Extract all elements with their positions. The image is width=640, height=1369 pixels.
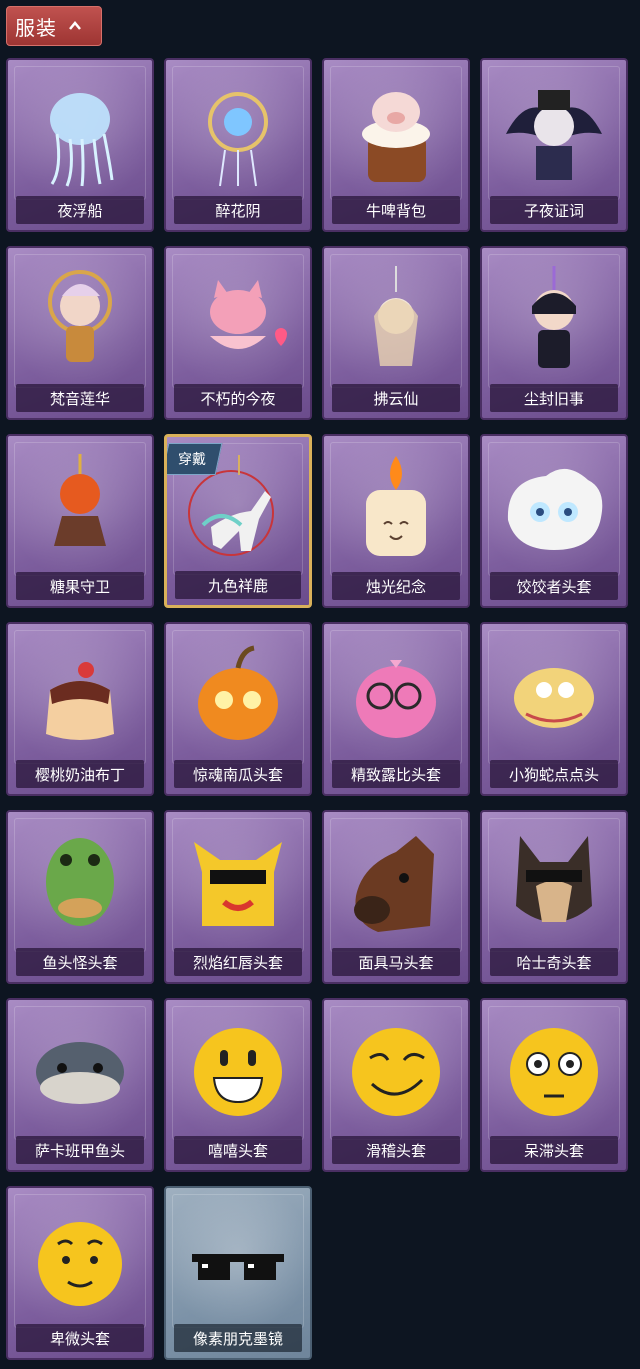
item-name: 子夜证词 bbox=[490, 196, 618, 224]
item-name: 樱桃奶油布丁 bbox=[16, 760, 144, 788]
item-card[interactable]: 夜浮船 bbox=[6, 58, 154, 232]
item-card[interactable]: 哈士奇头套 bbox=[480, 810, 628, 984]
item-card[interactable]: 像素朋克墨镜 bbox=[164, 1186, 312, 1360]
item-card[interactable]: 糖果守卫 bbox=[6, 434, 154, 608]
item-card[interactable]: 烈焰红唇头套 bbox=[164, 810, 312, 984]
item-name: 醉花阴 bbox=[174, 196, 302, 224]
item-name: 卑微头套 bbox=[16, 1324, 144, 1352]
pumpkin-icon bbox=[198, 645, 278, 740]
snake-icon bbox=[514, 668, 594, 728]
item-card[interactable]: 滑稽头套 bbox=[322, 998, 470, 1172]
pumpkin-scarecrow-icon bbox=[54, 454, 106, 546]
item-name: 烈焰红唇头套 bbox=[174, 948, 302, 976]
item-card[interactable]: 樱桃奶油布丁 bbox=[6, 622, 154, 796]
horse-head-icon bbox=[354, 836, 434, 932]
item-name: 精致露比头套 bbox=[332, 760, 460, 788]
item-card[interactable]: 卑微头套 bbox=[6, 1186, 154, 1360]
pink-cat-icon bbox=[210, 280, 287, 349]
item-card[interactable]: 面具马头套 bbox=[322, 810, 470, 984]
item-card[interactable]: 鱼头怪头套 bbox=[6, 810, 154, 984]
candle-icon bbox=[366, 456, 426, 556]
chevron-up-icon bbox=[69, 21, 81, 30]
crow-doll-icon bbox=[506, 90, 602, 180]
item-card-selected[interactable]: 穿戴 九色祥鹿 bbox=[164, 434, 312, 608]
pixel-sunglasses-icon bbox=[192, 1254, 284, 1280]
item-name: 小狗蛇点点头 bbox=[490, 760, 618, 788]
beer-barrel-pig-icon bbox=[362, 92, 430, 182]
item-name: 面具马头套 bbox=[332, 948, 460, 976]
item-card[interactable]: 拂云仙 bbox=[322, 246, 470, 420]
item-card[interactable]: 烛光纪念 bbox=[322, 434, 470, 608]
item-name: 哈士奇头套 bbox=[490, 948, 618, 976]
item-name: 夜浮船 bbox=[16, 196, 144, 224]
item-card[interactable]: 醉花阴 bbox=[164, 58, 312, 232]
item-name: 九色祥鹿 bbox=[175, 571, 301, 599]
pudding-icon bbox=[46, 662, 114, 740]
fish-head-icon bbox=[46, 838, 114, 926]
charm-figure-icon bbox=[374, 266, 418, 366]
item-name: 烛光纪念 bbox=[332, 572, 460, 600]
item-card[interactable]: 嘻嘻头套 bbox=[164, 998, 312, 1172]
item-card[interactable]: 萨卡班甲鱼头 bbox=[6, 998, 154, 1172]
dazed-emoji-icon bbox=[510, 1028, 598, 1116]
humble-emoji-icon bbox=[38, 1222, 122, 1306]
item-card[interactable]: 不朽的今夜 bbox=[164, 246, 312, 420]
suit-doll-icon bbox=[532, 266, 576, 368]
item-name: 萨卡班甲鱼头 bbox=[16, 1136, 144, 1164]
dumpling-icon bbox=[507, 468, 603, 550]
jellyfish-icon bbox=[50, 93, 114, 187]
fish-helmet-icon bbox=[36, 1042, 124, 1104]
section-title: 服装 bbox=[15, 15, 57, 40]
item-card[interactable]: 尘封旧事 bbox=[480, 246, 628, 420]
item-name: 惊魂南瓜头套 bbox=[174, 760, 302, 788]
item-name: 饺饺者头套 bbox=[490, 572, 618, 600]
item-name: 牛啤背包 bbox=[332, 196, 460, 224]
item-name: 不朽的今夜 bbox=[174, 384, 302, 412]
smirk-emoji-icon bbox=[352, 1028, 440, 1116]
item-card[interactable]: 小狗蛇点点头 bbox=[480, 622, 628, 796]
item-name: 嘻嘻头套 bbox=[174, 1136, 302, 1164]
item-card[interactable]: 梵音莲华 bbox=[6, 246, 154, 420]
item-name: 梵音莲华 bbox=[16, 384, 144, 412]
yellow-mask-icon bbox=[194, 842, 282, 926]
item-card[interactable]: 牛啤背包 bbox=[322, 58, 470, 232]
item-card[interactable]: 惊魂南瓜头套 bbox=[164, 622, 312, 796]
item-name: 像素朋克墨镜 bbox=[174, 1324, 302, 1352]
item-name: 尘封旧事 bbox=[490, 384, 618, 412]
dreamcatcher-icon bbox=[208, 92, 268, 187]
chibi-figure-icon bbox=[48, 270, 112, 362]
husky-icon bbox=[516, 836, 592, 922]
item-card[interactable]: 呆滞头套 bbox=[480, 998, 628, 1172]
item-name: 滑稽头套 bbox=[332, 1136, 460, 1164]
item-card[interactable]: 子夜证词 bbox=[480, 58, 628, 232]
item-card[interactable]: 精致露比头套 bbox=[322, 622, 470, 796]
equipped-badge: 穿戴 bbox=[167, 443, 223, 475]
pink-creature-icon bbox=[356, 660, 436, 738]
item-name: 糖果守卫 bbox=[16, 572, 144, 600]
item-name: 鱼头怪头套 bbox=[16, 948, 144, 976]
item-name: 呆滞头套 bbox=[490, 1136, 618, 1164]
section-tab-clothing[interactable]: 服装 bbox=[6, 6, 102, 46]
grinning-emoji-icon bbox=[194, 1028, 282, 1116]
item-card[interactable]: 饺饺者头套 bbox=[480, 434, 628, 608]
item-name: 拂云仙 bbox=[332, 384, 460, 412]
